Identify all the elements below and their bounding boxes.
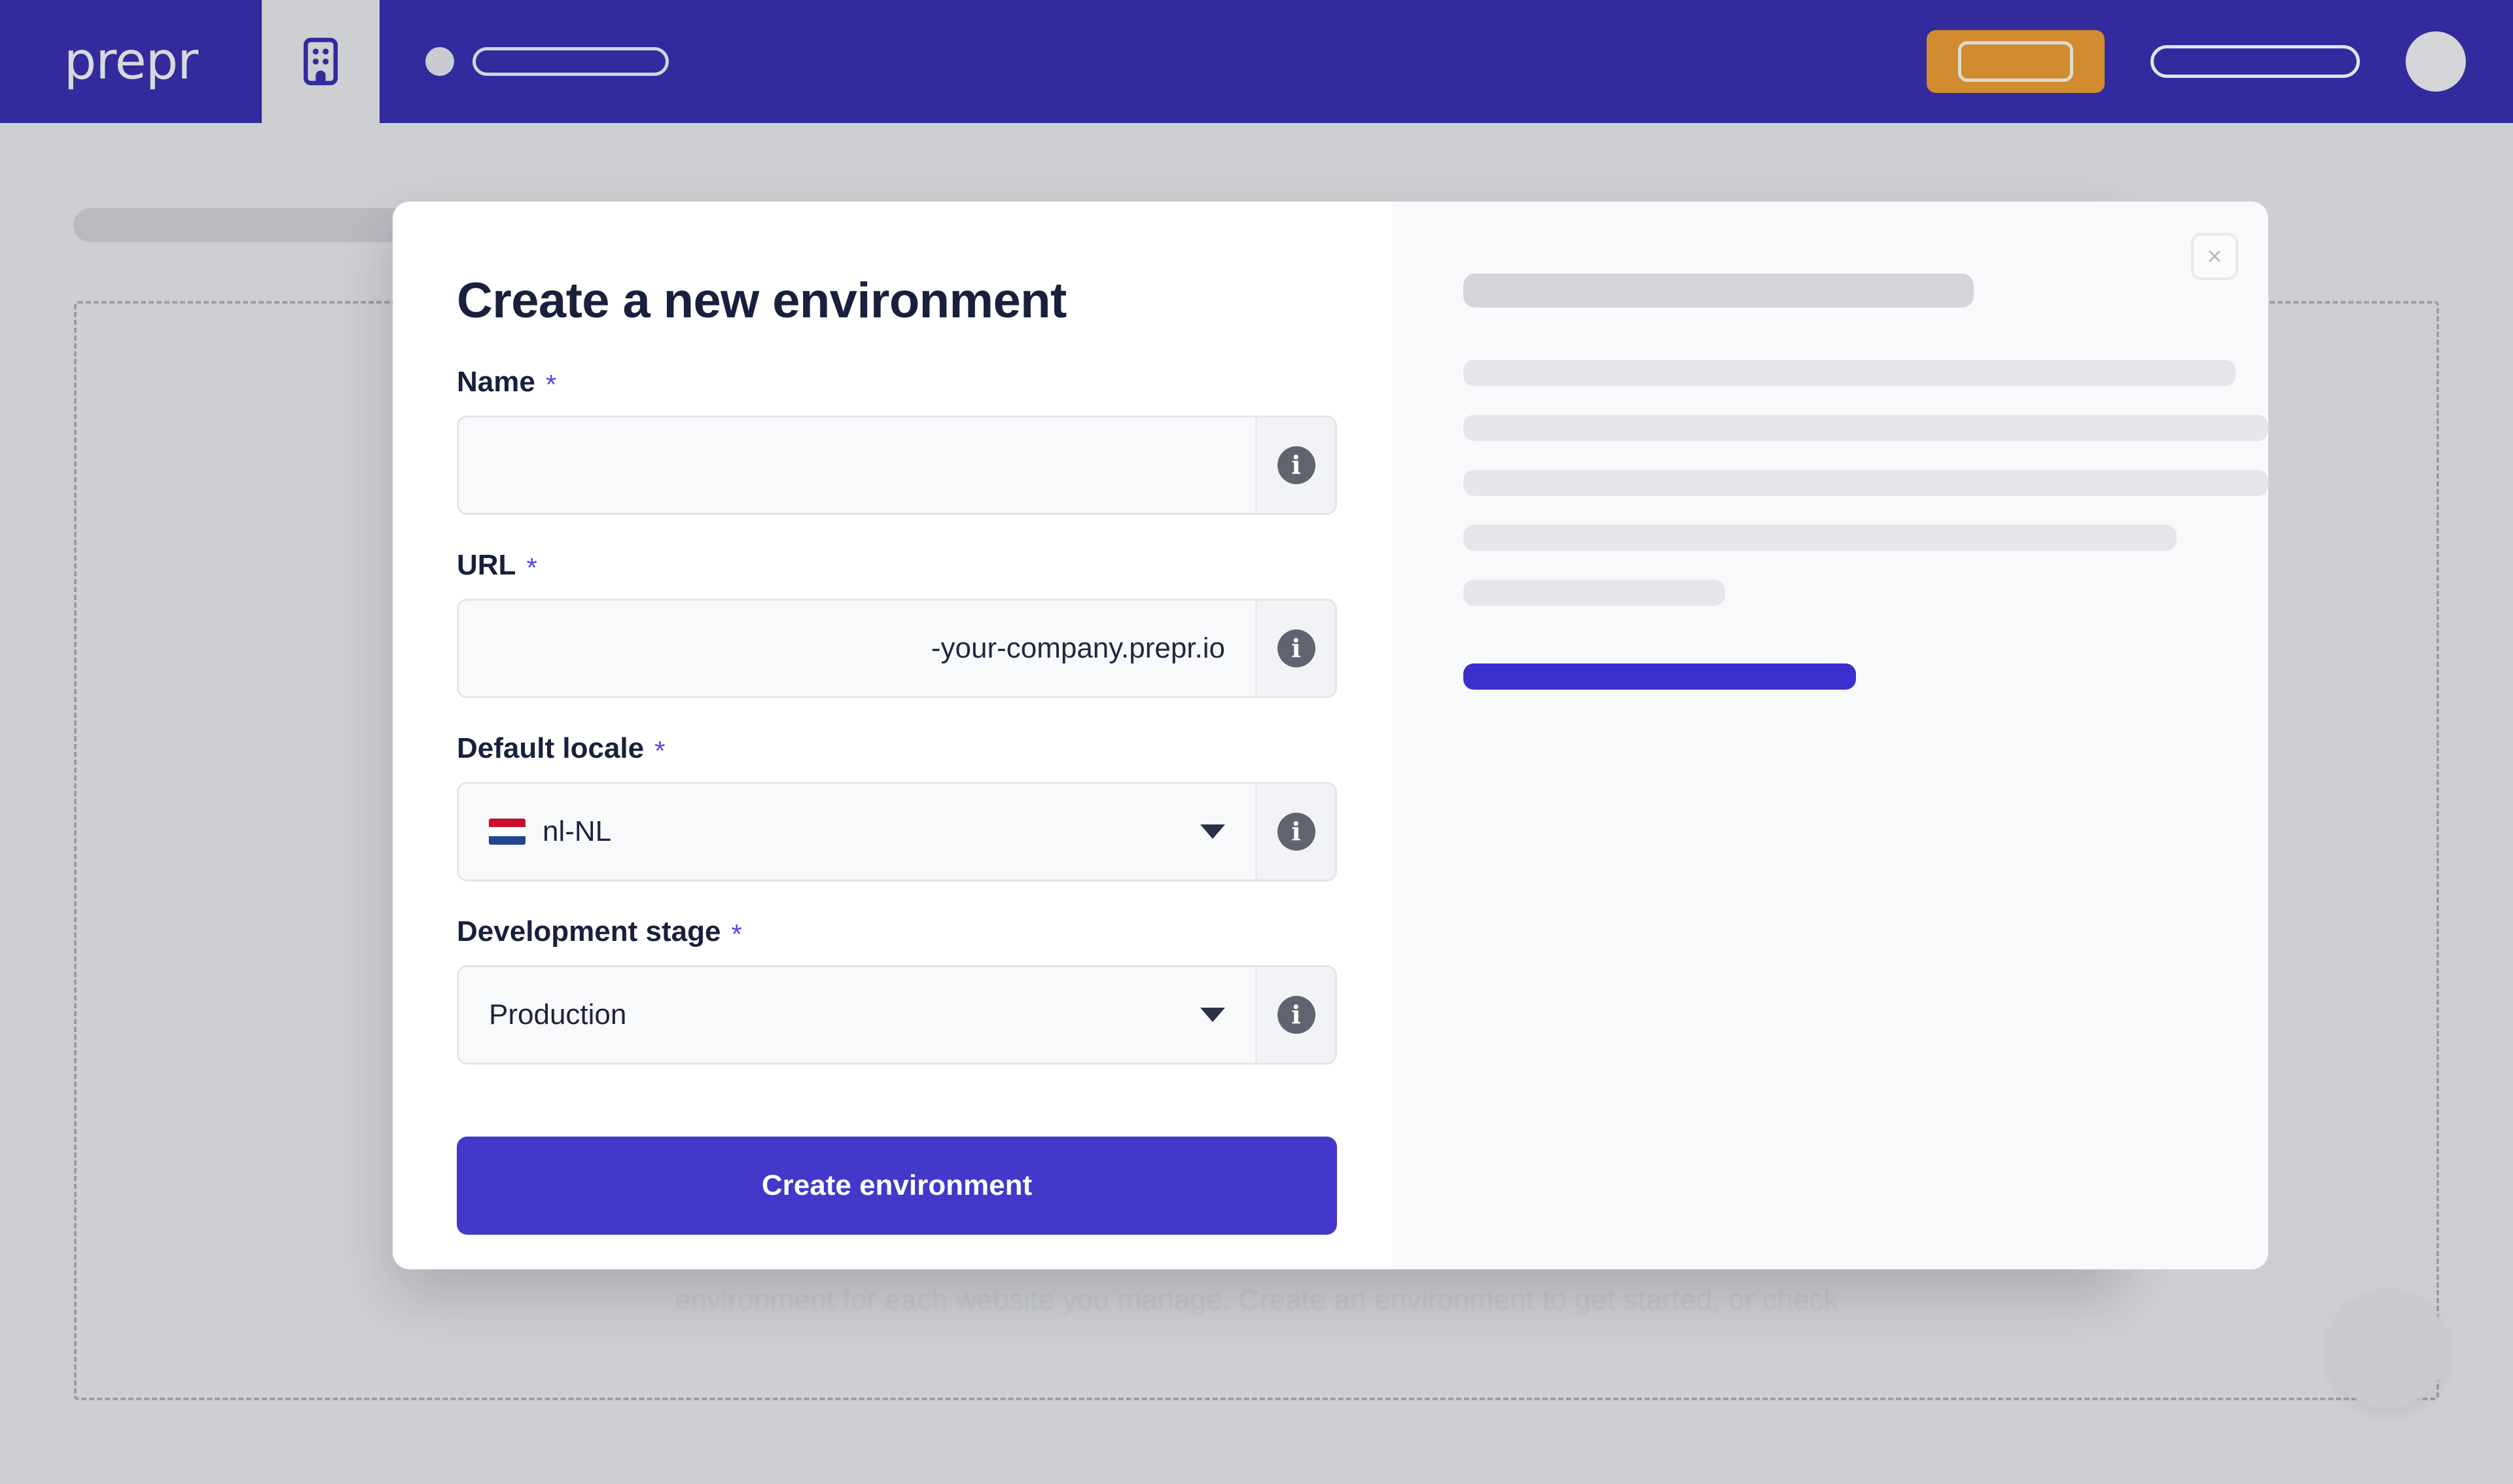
breadcrumb-pill-placeholder[interactable] <box>472 47 669 76</box>
url-input-group[interactable]: -your-company.prepr.io i <box>457 599 1337 698</box>
field-default-locale: Default locale * nl-NL i <box>457 732 1337 881</box>
page-title-placeholder <box>73 208 414 242</box>
topbar-cta-placeholder[interactable] <box>1927 30 2105 93</box>
empty-state-description: environment for each website you manage.… <box>674 1284 1839 1316</box>
modal-form-panel: Create a new environment Name * i URL * … <box>393 202 1393 1269</box>
breadcrumb-avatar-placeholder[interactable] <box>425 47 454 76</box>
create-environment-button[interactable]: Create environment <box>457 1137 1337 1235</box>
url-input-body[interactable]: -your-company.prepr.io <box>459 601 1255 696</box>
field-name-label: Name <box>457 366 535 398</box>
stage-select-body[interactable]: Production <box>459 967 1255 1063</box>
chevron-down-icon <box>1200 824 1225 839</box>
topbar-breadcrumb-area <box>380 0 1927 123</box>
field-stage-label-row: Development stage * <box>457 915 1328 948</box>
skeleton-cta-bar <box>1463 663 1856 690</box>
create-environment-modal: Create a new environment Name * i URL * … <box>393 202 2268 1269</box>
help-bubble-button[interactable] <box>2328 1289 2448 1408</box>
info-icon: i <box>1277 996 1315 1034</box>
field-locale-label-row: Default locale * <box>457 732 1328 765</box>
info-icon: i <box>1277 629 1315 667</box>
field-url-label: URL <box>457 549 516 581</box>
modal-title: Create a new environment <box>457 273 1067 328</box>
top-navigation-bar: prepr <box>0 0 2513 123</box>
field-url: URL * -your-company.prepr.io i <box>457 549 1337 698</box>
user-avatar[interactable] <box>2406 31 2466 92</box>
locale-select-group[interactable]: nl-NL i <box>457 782 1337 881</box>
skeleton-line <box>1463 360 2236 386</box>
stage-info-button[interactable]: i <box>1255 967 1335 1063</box>
chevron-down-icon <box>1200 1008 1225 1022</box>
topbar-nav-pill-placeholder[interactable] <box>2150 45 2360 78</box>
skeleton-line <box>1463 580 1725 606</box>
url-info-button[interactable]: i <box>1255 601 1335 696</box>
organization-tab[interactable] <box>262 0 380 123</box>
stage-selected-value: Production <box>489 998 627 1031</box>
brand-logo-text: prepr <box>63 32 198 91</box>
skeleton-title <box>1463 274 1974 308</box>
field-name: Name * i <box>457 366 1337 515</box>
skeleton-line <box>1463 525 2177 551</box>
url-suffix: -your-company.prepr.io <box>931 632 1225 664</box>
topbar-actions <box>1927 0 2513 123</box>
brand-logo-link[interactable]: prepr <box>0 0 262 123</box>
info-icon: i <box>1277 446 1315 484</box>
field-name-label-row: Name * <box>457 366 1328 398</box>
info-icon: i <box>1277 813 1315 851</box>
locale-select-body[interactable]: nl-NL <box>459 784 1255 879</box>
stage-select-group[interactable]: Production i <box>457 965 1337 1065</box>
building-icon <box>303 37 338 86</box>
skeleton-line <box>1463 470 2268 496</box>
required-marker: * <box>545 369 557 400</box>
flag-nl-icon <box>489 819 526 845</box>
field-development-stage: Development stage * Production i <box>457 915 1337 1065</box>
required-marker: * <box>654 735 666 766</box>
skeleton-line <box>1463 415 2268 441</box>
field-stage-label: Development stage <box>457 915 721 947</box>
required-marker: * <box>526 552 537 583</box>
required-marker: * <box>731 919 742 949</box>
name-info-button[interactable]: i <box>1255 417 1335 513</box>
field-url-label-row: URL * <box>457 549 1328 582</box>
locale-info-button[interactable]: i <box>1255 784 1335 879</box>
topbar-cta-inner <box>1958 41 2073 82</box>
close-icon[interactable]: × <box>2191 233 2238 280</box>
field-locale-label: Default locale <box>457 732 645 764</box>
modal-info-panel: × <box>1393 202 2268 1269</box>
name-input-body[interactable] <box>459 417 1255 513</box>
app-root: prepr environment for each website you m… <box>0 0 2513 1484</box>
locale-selected-value: nl-NL <box>543 815 612 847</box>
name-input-group[interactable]: i <box>457 415 1337 515</box>
